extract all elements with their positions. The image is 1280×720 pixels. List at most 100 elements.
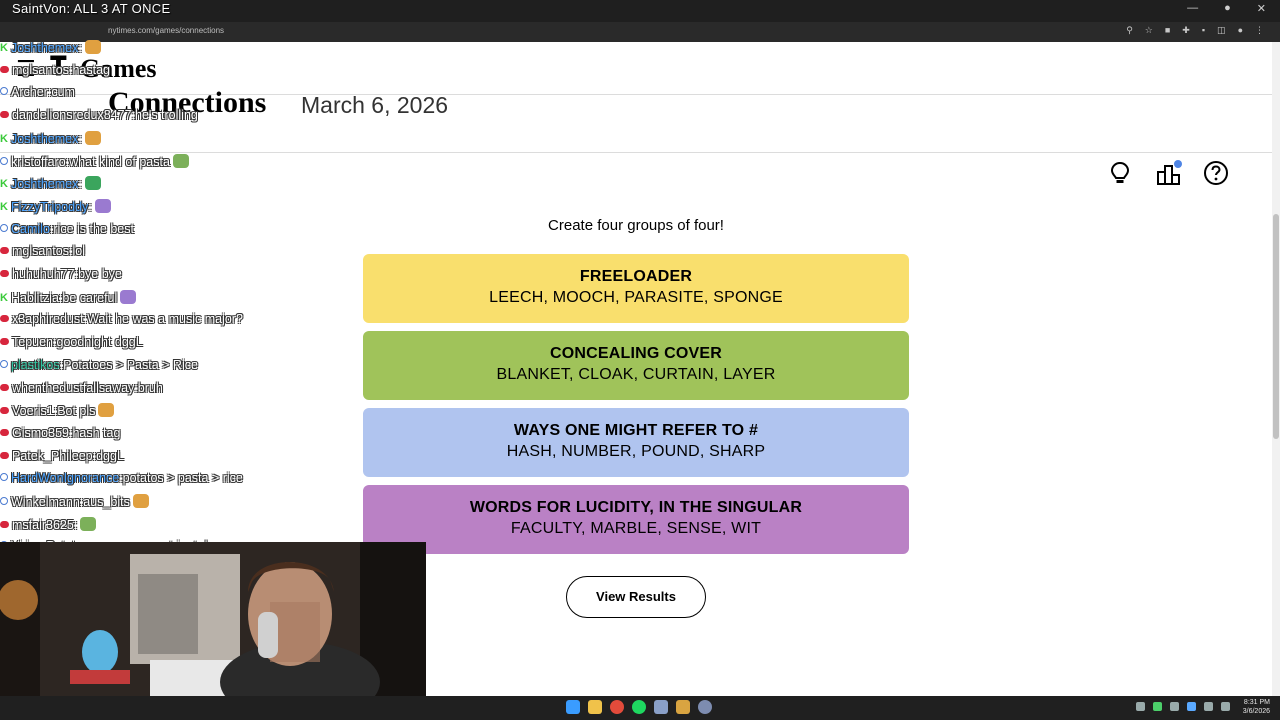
- chat-emote-icon: [84, 40, 101, 54]
- tray-icon[interactable]: [1170, 702, 1179, 711]
- tray-icon[interactable]: [1153, 702, 1162, 711]
- clock-time: 8:31 PM: [1243, 699, 1270, 706]
- chat-text: what kind of pasta: [69, 154, 170, 169]
- url-text[interactable]: nytimes.com/games/connections: [108, 26, 224, 35]
- window-controls: — ● ✕: [1187, 2, 1266, 15]
- chat-username[interactable]: Gismo359: [12, 426, 69, 440]
- bits-badge-icon: [0, 383, 9, 391]
- chat-message: Voeris1:Bot pls: [0, 403, 115, 421]
- app-icon[interactable]: [676, 700, 690, 714]
- solved-group-purple: WORDS FOR LUCIDITY, IN THE SINGULAR FACU…: [363, 485, 909, 554]
- stream-title-bar: SaintVon: ALL 3 AT ONCE — ● ✕: [0, 0, 1280, 22]
- bits-badge-icon: [0, 428, 9, 436]
- chat-message: K Joshthemex:: [0, 130, 101, 149]
- chat-message: Gismo359:hash tag: [0, 426, 120, 444]
- group-title: WAYS ONE MIGHT REFER TO #: [513, 422, 759, 439]
- chat-username[interactable]: Voeris1: [12, 404, 54, 418]
- chat-message: K FizzyTripoddy:: [0, 198, 111, 217]
- chat-username[interactable]: x3aphiredust: [12, 312, 84, 326]
- start-menu-icon[interactable]: [566, 700, 580, 714]
- more-menu-icon[interactable]: ⋮: [1255, 25, 1264, 36]
- browser-toolbar-icons: ⚲ ☆ ■ ✚ ▪ ◫ ● ⋮: [1126, 25, 1264, 36]
- chat-message: whenthedustfallsaway:bruh: [0, 381, 163, 399]
- chat-message: Camilo:rice is the best: [0, 222, 134, 240]
- chat-username[interactable]: mglsantos: [12, 244, 69, 258]
- chat-message: kristoffaro:what kind of pasta: [0, 153, 189, 172]
- chat-username[interactable]: plastikos: [11, 358, 60, 372]
- sub-badge-icon: [0, 156, 8, 165]
- chat-username[interactable]: Joshthemex: [11, 177, 78, 191]
- bits-badge-icon: [0, 407, 9, 415]
- chat-username[interactable]: msfair3625: [12, 518, 74, 532]
- streamer-webcam: [0, 542, 426, 696]
- chat-message: K Joshthemex:: [0, 176, 101, 194]
- help-icon[interactable]: [1203, 160, 1229, 186]
- chat-username[interactable]: Winkelmann: [11, 495, 80, 509]
- tray-icon[interactable]: [1136, 702, 1145, 711]
- spotify-icon[interactable]: [632, 700, 646, 714]
- browser-address-bar[interactable]: nytimes.com/games/connections ⚲ ☆ ■ ✚ ▪ …: [0, 22, 1280, 42]
- stats-icon[interactable]: [1156, 160, 1182, 186]
- hint-lightbulb-icon[interactable]: [1107, 160, 1133, 186]
- mod-badge-icon: K: [0, 42, 8, 54]
- chat-username[interactable]: Archer: [11, 85, 48, 99]
- group-title: WORDS FOR LUCIDITY, IN THE SINGULAR: [469, 499, 803, 516]
- minimize-icon[interactable]: —: [1187, 2, 1198, 15]
- game-date: March 6, 2026: [301, 92, 449, 118]
- chat-username[interactable]: Camilo: [11, 222, 50, 236]
- search-icon[interactable]: ⚲: [1126, 25, 1133, 36]
- bits-badge-icon: [0, 338, 9, 346]
- chat-username[interactable]: HardWonIgnorance: [11, 471, 119, 485]
- close-icon[interactable]: ✕: [1257, 2, 1266, 15]
- chat-message: dandelionsredux8477:he's trolling: [0, 108, 198, 126]
- maximize-icon[interactable]: ●: [1224, 2, 1231, 15]
- windows-taskbar: 8:31 PM 3/6/2026: [0, 696, 1280, 720]
- chat-username[interactable]: Hablitzia: [11, 291, 59, 305]
- solved-group-yellow: FREELOADER LEECH, MOOCH, PARASITE, SPONG…: [363, 254, 909, 323]
- chat-text: cum: [51, 85, 75, 100]
- chat-username[interactable]: kristoffaro: [11, 155, 66, 169]
- chat-emote-icon: [98, 403, 115, 418]
- view-results-button[interactable]: View Results: [566, 576, 706, 618]
- puzzle-icon[interactable]: ▪: [1202, 25, 1205, 36]
- wifi-icon[interactable]: [1204, 702, 1213, 711]
- chat-message: x3aphiredust:Wait he was a music major?: [0, 312, 243, 330]
- page-scrollbar[interactable]: [1272, 42, 1280, 696]
- file-explorer-icon[interactable]: [588, 700, 602, 714]
- chat-emote-icon: [94, 198, 111, 213]
- extension-icon[interactable]: ■: [1165, 25, 1170, 36]
- bookmark-star-icon[interactable]: ☆: [1145, 25, 1153, 36]
- chat-text: bye bye: [78, 267, 122, 281]
- sub-badge-icon: [0, 473, 8, 482]
- chat-username[interactable]: huhuhuh77: [12, 267, 75, 281]
- chat-username[interactable]: dandelionsredux8477: [12, 108, 132, 122]
- sub-badge-icon: [0, 87, 8, 96]
- group-title: FREELOADER: [579, 268, 693, 285]
- steam-icon[interactable]: [654, 700, 668, 714]
- scrollbar-thumb[interactable]: [1273, 214, 1279, 439]
- webcam-feed-image: [0, 542, 426, 696]
- profile-icon[interactable]: ●: [1238, 25, 1243, 36]
- taskbar-clock[interactable]: 8:31 PM 3/6/2026: [1243, 698, 1270, 716]
- chat-username[interactable]: mglsantos: [12, 63, 69, 77]
- chat-username[interactable]: Tepuen: [12, 335, 53, 349]
- chat-text: be careful: [62, 290, 118, 305]
- chat-message: Winkelmann:aus_bits: [0, 494, 149, 512]
- system-tray: [1136, 702, 1230, 711]
- volume-icon[interactable]: [1221, 702, 1230, 711]
- extension-icon[interactable]: ✚: [1182, 25, 1190, 36]
- chrome-icon[interactable]: [610, 700, 624, 714]
- chat-emote-icon: [84, 176, 101, 191]
- chat-username[interactable]: Patek_Phileep: [12, 449, 93, 463]
- chat-username[interactable]: Joshthemex: [11, 41, 78, 55]
- chat-message: mglsantos:hastag: [0, 63, 110, 81]
- chat-separator: :: [73, 517, 78, 532]
- chat-text: Potatoes > Pasta > Rice: [63, 357, 198, 372]
- chat-username[interactable]: Joshthemex: [11, 132, 78, 146]
- settings-gear-icon[interactable]: [698, 700, 712, 714]
- tray-icon[interactable]: [1187, 702, 1196, 711]
- chat-username[interactable]: FizzyTripoddy: [11, 200, 88, 214]
- sidebar-icon[interactable]: ◫: [1217, 25, 1226, 36]
- chat-username[interactable]: whenthedustfallsaway: [12, 381, 134, 395]
- chat-text: aus_bits: [83, 495, 130, 509]
